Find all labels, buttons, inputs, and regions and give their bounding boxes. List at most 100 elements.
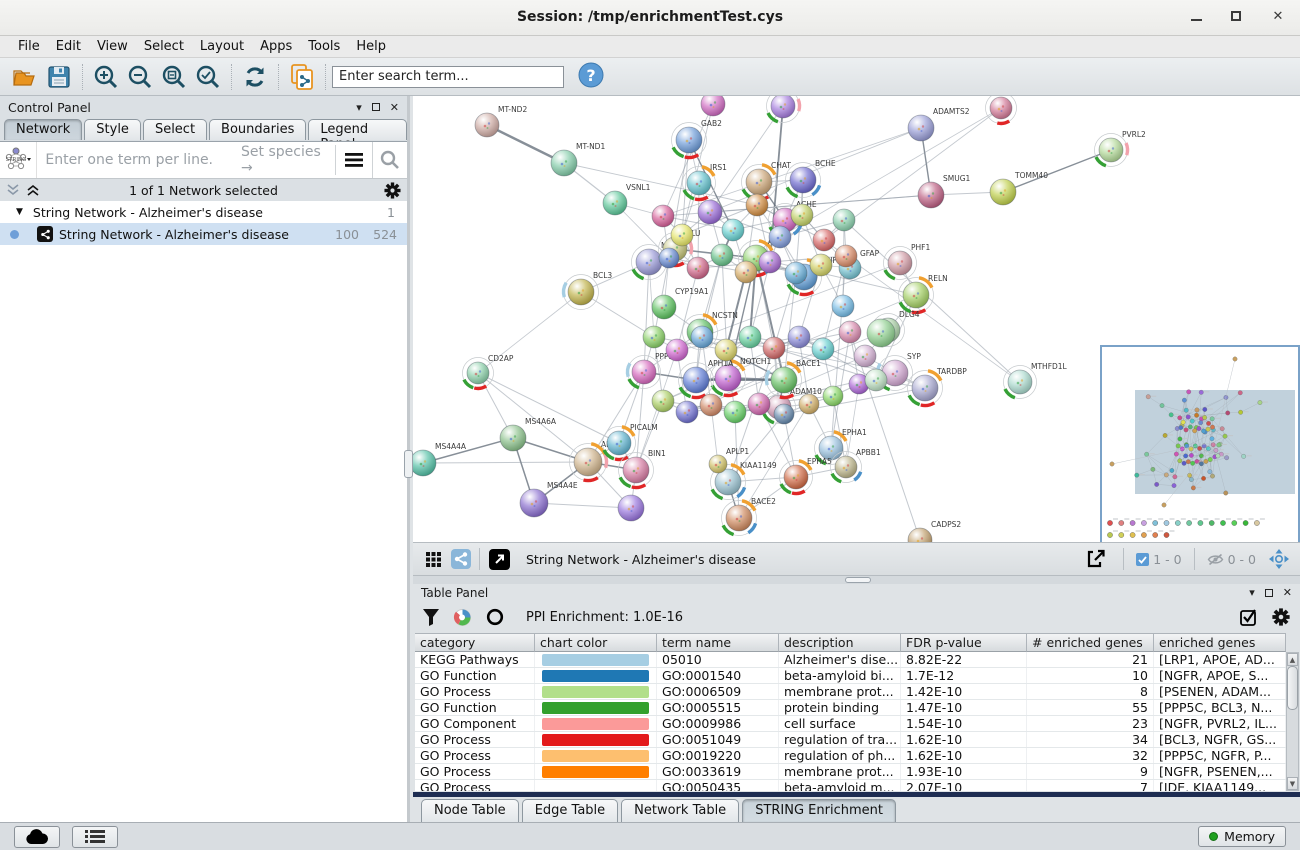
network-node[interactable]	[810, 254, 832, 276]
query-options-button[interactable]	[336, 142, 371, 178]
select-rows-icon[interactable]	[1240, 608, 1258, 626]
horizontal-splitter-grip[interactable]	[845, 577, 871, 583]
network-node[interactable]	[659, 248, 679, 268]
menu-file[interactable]: File	[10, 37, 48, 56]
network-node[interactable]	[812, 338, 834, 360]
tab-network-table[interactable]: Network Table	[621, 799, 739, 822]
hidden-eye-icon[interactable]	[1207, 553, 1224, 566]
string-panel-button[interactable]	[447, 543, 475, 575]
memory-button[interactable]: Memory	[1198, 826, 1286, 847]
network-node[interactable]	[746, 194, 768, 216]
table-vertical-scrollbar[interactable]: ▲ ▼	[1286, 652, 1299, 791]
filter-icon[interactable]	[423, 609, 439, 626]
search-input[interactable]	[332, 66, 564, 88]
panel-menu-icon[interactable]: ▾	[1249, 586, 1255, 599]
zoom-out-button[interactable]	[123, 61, 157, 93]
network-node[interactable]	[687, 257, 709, 279]
network-node[interactable]	[700, 394, 722, 416]
network-node[interactable]: MS4A6A	[500, 417, 557, 451]
network-view-canvas[interactable]: MT-ND2MT-ND1VSNL1GAB2IRS1CHATBCHEADAMTS2…	[413, 96, 1300, 542]
column-header-fdr-p-value[interactable]: FDR p-value	[901, 633, 1027, 652]
column-header-term-name[interactable]: term name	[657, 633, 779, 652]
scroll-down-button[interactable]: ▼	[1287, 777, 1298, 790]
network-row[interactable]: String Network - Alzheimer's disease 100…	[0, 223, 407, 245]
zoom-selected-button[interactable]	[191, 61, 225, 93]
panel-splitter-grip[interactable]	[404, 450, 413, 478]
network-node[interactable]	[715, 339, 737, 361]
save-session-button[interactable]	[42, 61, 76, 93]
network-edge[interactable]	[534, 503, 631, 508]
network-node[interactable]: BCHE	[786, 159, 836, 198]
birdseye-grid-button[interactable]	[419, 543, 447, 575]
network-node[interactable]	[774, 404, 794, 424]
network-node[interactable]: TOMM40	[990, 171, 1048, 205]
network-node[interactable]	[767, 96, 800, 123]
term-input-placeholder[interactable]: Enter one term per line.	[37, 152, 213, 168]
table-row[interactable]: GO FunctionGO:0001540beta-amyloid bi...1…	[415, 668, 1286, 684]
table-row[interactable]: GO ProcessGO:0050435beta-amyloid m...2.0…	[415, 780, 1286, 791]
minimize-button[interactable]	[1191, 11, 1202, 21]
network-node[interactable]	[701, 96, 725, 116]
menu-help[interactable]: Help	[348, 37, 394, 56]
network-node[interactable]: MTHFD1L	[1004, 362, 1068, 399]
maximize-button[interactable]	[1231, 11, 1241, 21]
close-panel-icon[interactable]: ✕	[1283, 586, 1292, 599]
network-node[interactable]	[676, 401, 698, 423]
panel-menu-icon[interactable]: ▾	[356, 101, 362, 114]
tab-legend-panel[interactable]: Legend Panel	[308, 119, 407, 140]
table-row[interactable]: KEGG Pathways05010Alzheimer's dise...8.8…	[415, 652, 1286, 668]
network-node[interactable]	[652, 205, 674, 227]
network-edge[interactable]	[698, 183, 699, 268]
table-row[interactable]: GO ProcessGO:0033619membrane prot...1.93…	[415, 764, 1286, 780]
network-node[interactable]	[711, 244, 733, 266]
open-session-button[interactable]	[8, 61, 42, 93]
network-node[interactable]	[722, 219, 744, 241]
network-node[interactable]: EPHA5	[780, 457, 833, 494]
network-node[interactable]	[813, 229, 835, 251]
network-node[interactable]	[788, 326, 810, 348]
table-row[interactable]: GO ProcessGO:0006509membrane prot...1.42…	[415, 684, 1286, 700]
network-node[interactable]: SMUG1	[918, 174, 971, 208]
menu-tools[interactable]: Tools	[300, 37, 348, 56]
network-node[interactable]	[759, 251, 781, 273]
network-node[interactable]	[618, 495, 644, 521]
network-node[interactable]	[666, 339, 688, 361]
string-protein-query-button[interactable]: STRING	[0, 142, 37, 178]
network-node[interactable]: ADAMTS2	[908, 107, 970, 141]
table-settings-gear-icon[interactable]	[1272, 608, 1290, 626]
birdseye-toggle-button[interactable]	[1264, 543, 1294, 575]
network-node[interactable]	[735, 261, 757, 283]
network-node[interactable]: RELN	[899, 274, 948, 313]
network-node[interactable]	[698, 200, 722, 224]
menu-apps[interactable]: Apps	[252, 37, 300, 56]
network-node[interactable]	[748, 393, 770, 415]
menu-layout[interactable]: Layout	[192, 37, 252, 56]
help-button[interactable]: ?	[578, 62, 604, 92]
menu-edit[interactable]: Edit	[48, 37, 89, 56]
enrichment-donut-icon[interactable]	[453, 608, 472, 627]
network-node[interactable]: CD2AP	[463, 354, 514, 389]
network-collection-row[interactable]: ▼ String Network - Alzheimer's disease 1	[0, 201, 407, 223]
cloud-button[interactable]	[14, 826, 60, 848]
menu-select[interactable]: Select	[136, 37, 192, 56]
column-header-description[interactable]: description	[779, 633, 901, 652]
network-node[interactable]: PHF1	[884, 243, 931, 280]
selected-checkbox-icon[interactable]	[1136, 553, 1149, 566]
table-row[interactable]: GO ProcessGO:0051049regulation of tra...…	[415, 732, 1286, 748]
network-node[interactable]	[854, 345, 876, 367]
network-node[interactable]: TARDBP	[908, 367, 968, 406]
column-header--enriched-genes[interactable]: # enriched genes	[1027, 633, 1154, 652]
network-node[interactable]	[867, 319, 895, 347]
network-node[interactable]	[691, 326, 713, 348]
network-node[interactable]	[785, 262, 807, 284]
task-history-button[interactable]	[72, 826, 118, 848]
table-row[interactable]: GO ComponentGO:0009986cell surface1.54E-…	[415, 716, 1286, 732]
tab-string-enrichment[interactable]: STRING Enrichment	[742, 799, 896, 822]
close-panel-icon[interactable]: ✕	[390, 101, 399, 114]
network-node[interactable]: CADPS2	[908, 520, 961, 542]
import-network-button[interactable]	[285, 61, 319, 93]
float-panel-icon[interactable]	[1265, 589, 1273, 597]
network-edge[interactable]	[564, 163, 757, 205]
network-node[interactable]: BCL3	[564, 271, 613, 310]
network-node[interactable]: MT-ND1	[551, 142, 605, 176]
